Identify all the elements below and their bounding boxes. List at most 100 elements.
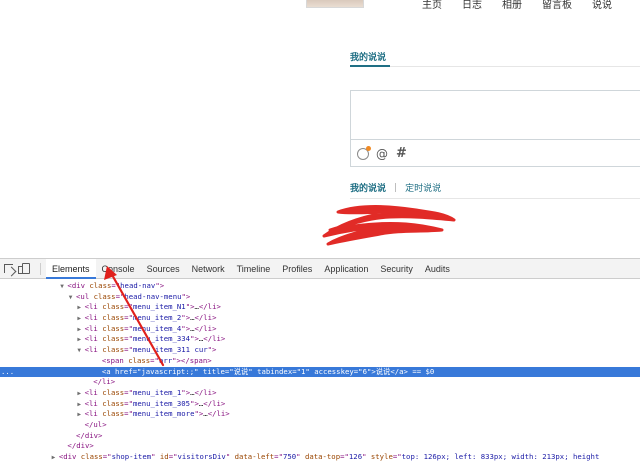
expand-triangle-icon[interactable]: ▶ <box>77 411 84 418</box>
section-title-underline <box>350 65 390 67</box>
dom-node[interactable]: <span class="arr"></span> <box>0 356 640 367</box>
attr-value-token: menu_item_4 <box>132 323 182 333</box>
dom-node[interactable]: ▶ <li class="menu_item_305">…</li> <box>0 399 640 410</box>
dom-tree[interactable]: ▼ <div class="head-nav"> ▼ <ul class="hea… <box>0 281 640 461</box>
tab-audits[interactable]: Audits <box>419 259 456 279</box>
nav-item-album[interactable]: 相册 <box>502 0 522 14</box>
tag-token: "> <box>366 366 376 376</box>
tag-token: " <box>151 452 160 461</box>
tab-sources[interactable]: Sources <box>141 259 186 279</box>
attr-value-token: arr <box>158 355 173 365</box>
tag-token: =" <box>124 387 133 397</box>
tag-token: "> <box>190 334 199 344</box>
tag-token: "> <box>181 291 191 301</box>
dom-node[interactable]: </div> <box>0 431 640 442</box>
tag-token: "> <box>155 281 165 290</box>
nav-item-guestbook[interactable]: 留言板 <box>542 0 572 14</box>
dom-node[interactable]: ▼ <div class="head-nav"> <box>0 281 640 292</box>
expand-triangle-icon[interactable]: ▶ <box>77 336 84 343</box>
dom-node[interactable]: ▶ <li class="menu_item_2">…</li> <box>0 313 640 324</box>
attr-name-token: data-top <box>304 452 341 461</box>
devtools-panel: Elements Console Sources Network Timelin… <box>0 258 640 461</box>
tab-application[interactable]: Application <box>318 259 374 279</box>
text-token: == $0 <box>407 366 435 376</box>
tab-timeline[interactable]: Timeline <box>231 259 277 279</box>
tab-elements[interactable]: Elements <box>46 259 96 279</box>
expand-triangle-icon[interactable]: ▶ <box>77 315 84 322</box>
tab-console[interactable]: Console <box>96 259 141 279</box>
dom-node[interactable]: ▼ <li class="menu_item_311 cur"> <box>0 345 640 356</box>
tab-security[interactable]: Security <box>374 259 419 279</box>
selected-node-marker[interactable]: ... <box>1 367 14 378</box>
attr-value-token: shop-item <box>111 452 152 461</box>
attr-name-token: class <box>102 334 125 344</box>
tag-token: " <box>248 366 258 376</box>
tag-token: "> <box>194 409 204 419</box>
tab-my-shuoshuo[interactable]: 我的说说 <box>350 181 386 194</box>
attr-value-token: 126 <box>348 452 363 461</box>
tag-token: =" <box>124 409 133 419</box>
expand-triangle-icon[interactable]: ▶ <box>77 304 84 311</box>
dom-node[interactable]: ▶ <li class="menu_item_more">…</li> <box>0 409 640 420</box>
tag-token: =" <box>392 452 402 461</box>
section-title: 我的说说 <box>350 53 387 63</box>
attr-name-token: accesskey <box>314 366 354 376</box>
nav-item-blog[interactable]: 日志 <box>462 0 482 14</box>
expand-triangle-icon[interactable]: ▶ <box>77 401 84 408</box>
dom-node[interactable]: ▶ <li class="menu_item_1">…</li> <box>0 388 640 399</box>
tab-scheduled-shuoshuo[interactable]: 定时说说 <box>405 181 441 194</box>
post-composer-textarea[interactable] <box>350 90 640 140</box>
tab-profiles[interactable]: Profiles <box>276 259 318 279</box>
dom-node[interactable]: </div> <box>0 441 640 452</box>
attr-value-token: menu_item_2 <box>132 313 182 323</box>
text-token: 说说 <box>375 366 391 376</box>
attr-value-token: menu_item_1 <box>132 387 182 397</box>
nav-item-home[interactable]: 主页 <box>422 0 442 14</box>
tag-token: " <box>305 366 315 376</box>
dom-node[interactable]: ▼ <ul class="head-nav-menu"> <box>0 292 640 303</box>
hash-icon[interactable]: # <box>396 147 407 161</box>
collapse-triangle-icon[interactable]: ▼ <box>77 347 84 354</box>
nav-item-shuoshuo[interactable]: 说说 <box>592 0 612 14</box>
expand-triangle-icon[interactable]: ▶ <box>77 326 84 333</box>
collapse-triangle-icon[interactable]: ▼ <box>69 294 76 301</box>
attr-name-token: class <box>102 409 125 419</box>
expand-triangle-icon[interactable]: ▶ <box>77 390 84 397</box>
tag-token: </li> <box>194 387 217 397</box>
tag-token: </div> <box>76 430 103 440</box>
dom-node-selected[interactable]: ... <a href="javascript:;" title="说说" ta… <box>0 366 640 378</box>
emoji-icon[interactable] <box>357 146 371 160</box>
tag-token: <ul <box>76 291 94 301</box>
expand-triangle-icon[interactable]: ▶ <box>52 454 59 461</box>
tag-token: =" <box>353 366 363 376</box>
tag-token: =" <box>292 366 302 376</box>
tag-token: </li> <box>198 302 221 312</box>
attr-name-token: class <box>80 452 103 461</box>
tag-token: =" <box>124 313 133 323</box>
attr-value-token: menu_item_N1 <box>132 302 186 312</box>
dom-node[interactable]: ▶ <li class="menu_item_4">…</li> <box>0 324 640 335</box>
attr-name-token: href <box>115 366 133 376</box>
inspect-element-icon[interactable] <box>4 264 13 273</box>
attr-value-token: head-nav-menu <box>124 291 182 301</box>
tab-network[interactable]: Network <box>186 259 231 279</box>
toolbar-divider <box>40 263 41 275</box>
tag-token: </a> <box>390 366 408 376</box>
attr-name-token: class <box>102 302 125 312</box>
tag-token: "> <box>181 387 191 397</box>
dom-node[interactable]: ▶ <li class="menu_item_334">…</li> <box>0 334 640 345</box>
feed-tabs: 我的说说 | 定时说说 <box>350 181 441 195</box>
dom-node[interactable]: ▶ <li class="menu_item_N1">…</li> <box>0 302 640 313</box>
dom-node[interactable]: </ul> <box>0 420 640 431</box>
attr-value-token: menu_item_334 <box>132 334 191 344</box>
tag-token: =" <box>224 366 234 376</box>
at-icon[interactable]: @ <box>376 147 388 161</box>
attr-value-token: menu_item_311 cur <box>132 345 208 355</box>
dom-node[interactable]: </li> <box>0 377 640 388</box>
attr-name-token: class <box>93 291 116 301</box>
dom-node[interactable]: ▶ <div class="shop-item" id="visitorsDiv… <box>0 452 640 461</box>
avatar[interactable] <box>306 0 364 8</box>
tag-token: </li> <box>194 323 217 333</box>
device-toolbar-icon[interactable] <box>18 263 30 274</box>
